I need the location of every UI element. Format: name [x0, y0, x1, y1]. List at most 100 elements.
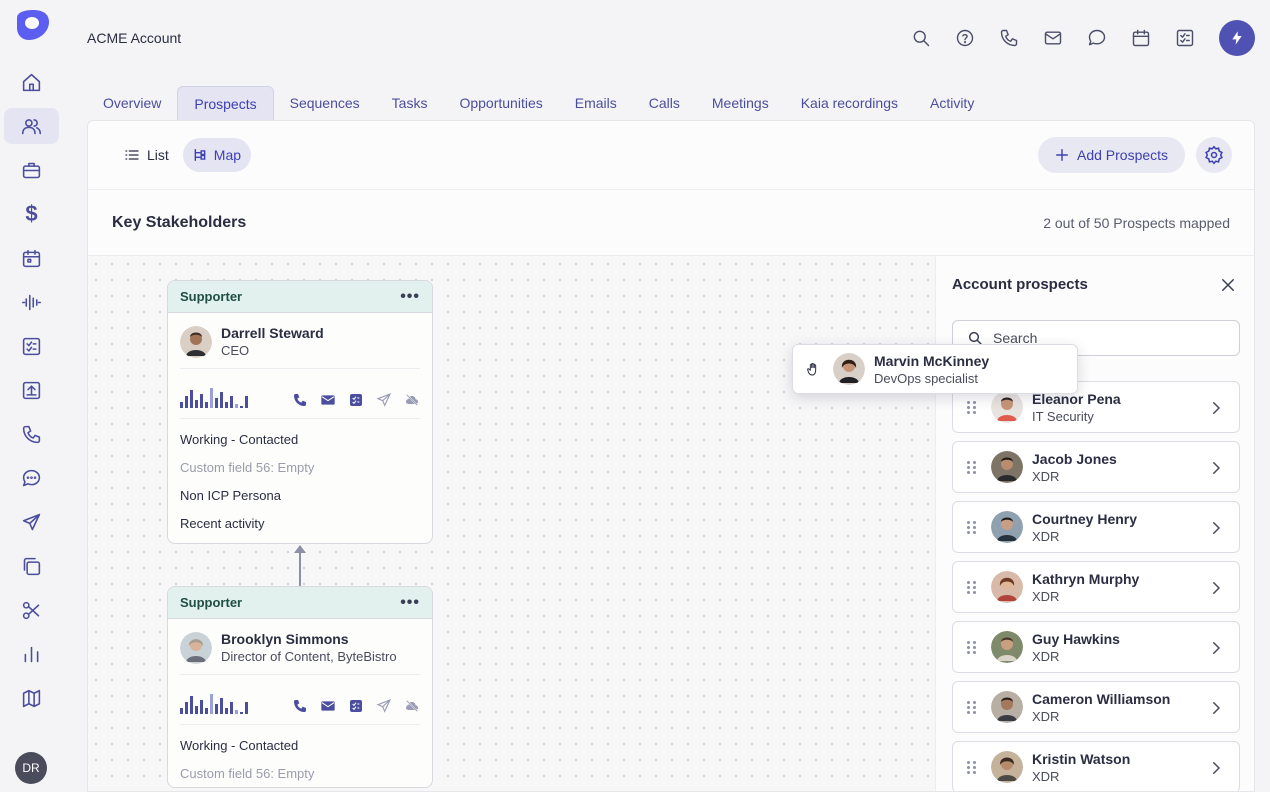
avatar: [833, 353, 865, 385]
dragging-prospect-card[interactable]: Marvin McKinney DevOps specialist: [792, 344, 1078, 394]
send-icon: [22, 513, 41, 530]
sidebar-item-reports[interactable]: [4, 636, 59, 672]
drag-handle-icon[interactable]: [967, 580, 977, 594]
prospect-title: XDR: [1032, 588, 1060, 604]
bolt-button[interactable]: [1219, 20, 1255, 56]
sidebar-item-accounts[interactable]: [4, 152, 59, 188]
tasks-icon[interactable]: [1175, 28, 1195, 48]
bolt-icon: [1232, 31, 1242, 45]
sidebar-item-upload[interactable]: [4, 372, 59, 408]
tab-emails[interactable]: Emails: [559, 86, 633, 120]
avatar: [180, 631, 212, 664]
tab-calls[interactable]: Calls: [633, 86, 696, 120]
app-logo-icon[interactable]: [11, 8, 51, 42]
drag-handle-icon[interactable]: [967, 460, 977, 474]
stakeholder-card[interactable]: Supporter ••• Brooklyn Simmons Director …: [167, 586, 433, 788]
account-title: ACME Account: [87, 30, 182, 46]
phone-icon[interactable]: [292, 698, 308, 714]
bar-chart-icon: [24, 646, 39, 662]
prospect-name[interactable]: Darrell Steward: [221, 325, 324, 341]
card-person: Brooklyn Simmons Director of Content, By…: [180, 619, 420, 675]
task-icon[interactable]: [348, 698, 364, 714]
sidebar-item-chat[interactable]: [4, 460, 59, 496]
chevron-right-icon: [1213, 702, 1221, 714]
sidebar-item-meetings[interactable]: [4, 240, 59, 276]
send-icon[interactable]: [376, 698, 392, 714]
settings-button[interactable]: [1196, 137, 1232, 173]
grab-hand-icon: [807, 363, 817, 376]
sidebar-item-tasks[interactable]: [4, 328, 59, 364]
account-prospects-panel: Account prospects Eleanor PenaIT Securit…: [935, 256, 1254, 791]
sidebar-item-recordings[interactable]: [4, 284, 59, 320]
chevron-right-icon: [1213, 522, 1221, 534]
section-title: Key Stakeholders: [112, 214, 247, 231]
search-icon[interactable]: [911, 28, 931, 48]
chat-icon[interactable]: [1087, 28, 1107, 48]
phone-icon[interactable]: [999, 28, 1019, 48]
mail-icon[interactable]: [320, 392, 336, 408]
send-icon[interactable]: [376, 392, 392, 408]
tab-tasks[interactable]: Tasks: [376, 86, 444, 120]
sidebar-item-opportunities[interactable]: $: [4, 196, 59, 232]
people-icon: [21, 118, 42, 134]
sidebar-item-map[interactable]: [4, 680, 59, 716]
list-icon: [125, 150, 139, 160]
stakeholder-card[interactable]: Supporter ••• Darrell Steward CEO Workin…: [167, 280, 433, 544]
prospect-list-item[interactable]: Jacob Jones XDR: [952, 441, 1240, 493]
chevron-right-icon: [1213, 582, 1221, 594]
avatar: [991, 451, 1023, 483]
more-options-icon[interactable]: •••: [400, 594, 420, 612]
tab-prospects[interactable]: Prospects: [177, 86, 274, 120]
help-icon[interactable]: [955, 28, 975, 48]
drag-handle-icon[interactable]: [967, 760, 977, 774]
prospect-list-item[interactable]: Cameron Williamson XDR: [952, 681, 1240, 733]
tab-sequences[interactable]: Sequences: [274, 86, 376, 120]
map-canvas[interactable]: Supporter ••• Darrell Steward CEO Workin…: [88, 256, 935, 791]
tab-opportunities[interactable]: Opportunities: [443, 86, 558, 120]
sidebar-item-calls[interactable]: [4, 416, 59, 452]
list-view-button[interactable]: List: [114, 138, 179, 172]
map-view-button[interactable]: Map: [182, 138, 252, 172]
phone-icon[interactable]: [292, 392, 308, 408]
prospect-list-item[interactable]: Courtney Henry XDR: [952, 501, 1240, 553]
mail-icon[interactable]: [1043, 28, 1063, 48]
cloud-off-icon[interactable]: [404, 392, 420, 408]
card-metrics: [180, 675, 420, 725]
drag-handle-icon[interactable]: [967, 400, 977, 414]
sidebar-item-snippets[interactable]: [4, 592, 59, 628]
more-options-icon[interactable]: •••: [400, 288, 420, 306]
prospect-list-item[interactable]: Guy Hawkins XDR: [952, 621, 1240, 673]
prospect-list-item[interactable]: Kristin Watson XDR: [952, 741, 1240, 791]
persona-field: Non ICP Persona: [180, 487, 281, 503]
tab-overview[interactable]: Overview: [87, 86, 177, 120]
user-avatar[interactable]: DR: [15, 752, 47, 784]
cloud-off-icon[interactable]: [404, 698, 420, 714]
chevron-right-icon: [1213, 402, 1221, 414]
prospect-name[interactable]: Brooklyn Simmons: [221, 631, 397, 647]
sidebar-item-templates[interactable]: [4, 548, 59, 584]
card-header: Supporter •••: [168, 281, 432, 313]
prospect-name: Guy Hawkins: [1032, 630, 1120, 647]
add-prospects-button[interactable]: Add Prospects: [1038, 137, 1186, 173]
scissors-icon: [22, 601, 40, 619]
card-actions: [292, 698, 420, 714]
tab-meetings[interactable]: Meetings: [696, 86, 785, 120]
role-label: Supporter: [180, 595, 243, 610]
tab-activity[interactable]: Activity: [914, 86, 990, 120]
drag-handle-icon[interactable]: [967, 520, 977, 534]
mail-icon[interactable]: [320, 698, 336, 714]
calendar-icon[interactable]: [1131, 28, 1151, 48]
sidebar-item-sequences[interactable]: [4, 504, 59, 540]
add-prospects-label: Add Prospects: [1077, 147, 1169, 163]
task-icon[interactable]: [348, 392, 364, 408]
main-panel: List Map Add Prospects Key Stakeholders …: [87, 120, 1255, 792]
sidebar-item-home[interactable]: [4, 64, 59, 100]
copy-icon: [23, 557, 41, 575]
close-icon[interactable]: [1219, 276, 1237, 294]
tab-kaia-recordings[interactable]: Kaia recordings: [785, 86, 914, 120]
sidebar-item-prospects[interactable]: [4, 108, 59, 144]
prospect-title: Director of Content, ByteBistro: [221, 649, 397, 664]
drag-handle-icon[interactable]: [967, 700, 977, 714]
drag-handle-icon[interactable]: [967, 640, 977, 654]
prospect-list-item[interactable]: Kathryn Murphy XDR: [952, 561, 1240, 613]
